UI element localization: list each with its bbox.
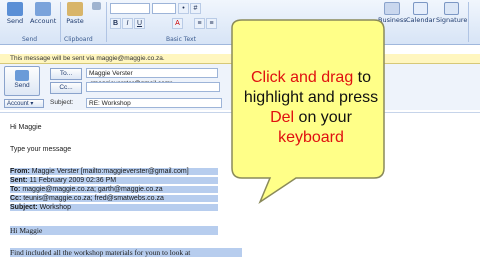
separator bbox=[106, 2, 107, 42]
font-color-button[interactable]: A bbox=[172, 18, 183, 29]
align-left-button[interactable]: ≡ bbox=[194, 18, 205, 29]
body-greeting: Hi Maggie bbox=[10, 124, 42, 131]
group-basic-text-label: Basic Text bbox=[166, 36, 196, 43]
signature-icon bbox=[443, 2, 459, 15]
account-button[interactable]: Account ▾ bbox=[4, 99, 44, 108]
callout-text: Click and drag to highlight and press De… bbox=[243, 69, 379, 146]
account-ribbon-button[interactable]: Account bbox=[30, 2, 56, 30]
business-card-icon bbox=[384, 2, 400, 15]
font-name-select[interactable] bbox=[110, 3, 150, 14]
scissors-icon bbox=[91, 2, 101, 10]
cc-field[interactable] bbox=[86, 82, 220, 92]
separator bbox=[60, 2, 61, 42]
account-icon bbox=[35, 2, 51, 16]
underline-button[interactable]: U bbox=[134, 18, 145, 29]
to-field[interactable]: Maggie Verster <maggieverster@gmail.com> bbox=[86, 68, 218, 87]
quoted-sent-line[interactable]: Sent: 11 February 2009 02:36 PM bbox=[10, 177, 218, 184]
calendar-button[interactable]: Calendar bbox=[406, 2, 435, 30]
quoted-greeting[interactable]: Hi Maggie bbox=[10, 226, 218, 235]
quoted-cc-line[interactable]: Cc: teunis@maggie.co.za; fred@smatwebs.c… bbox=[10, 195, 218, 202]
group-send-label: Send bbox=[22, 36, 38, 43]
calendar-icon bbox=[412, 2, 428, 15]
subject-field[interactable]: RE: Workshop bbox=[86, 98, 222, 108]
bullets-button[interactable]: • bbox=[178, 3, 189, 14]
paste-button[interactable]: Paste bbox=[64, 2, 86, 30]
quoted-subject-line[interactable]: Subject: Workshop bbox=[10, 204, 218, 211]
separator bbox=[468, 2, 469, 42]
cc-button[interactable]: Cc... bbox=[50, 82, 82, 94]
cut-button[interactable] bbox=[90, 2, 102, 30]
group-clipboard-label: Clipboard bbox=[64, 36, 93, 43]
body-placeholder: Type your message bbox=[10, 146, 72, 153]
quoted-to-line[interactable]: To: maggie@maggie.co.za; garth@maggie.co… bbox=[10, 186, 218, 193]
paste-icon bbox=[67, 2, 83, 16]
send-icon bbox=[7, 2, 23, 16]
quoted-from-line[interactable]: From: Maggie Verster [mailto:maggieverst… bbox=[10, 168, 218, 175]
to-button[interactable]: To... bbox=[50, 68, 82, 80]
font-size-select[interactable] bbox=[152, 3, 176, 14]
numbering-button[interactable]: # bbox=[190, 3, 201, 14]
send-button[interactable]: Send bbox=[4, 66, 40, 96]
signature-button[interactable]: Signature bbox=[436, 2, 467, 30]
bold-button[interactable]: B bbox=[110, 18, 121, 29]
subject-label: Subject: bbox=[50, 99, 74, 106]
send-ribbon-button[interactable]: Send bbox=[4, 2, 26, 30]
quoted-body-line[interactable]: Find included all the workshop materials… bbox=[10, 248, 242, 257]
italic-button[interactable]: I bbox=[122, 18, 133, 29]
envelope-icon bbox=[15, 70, 29, 81]
align-center-button[interactable]: ≡ bbox=[206, 18, 217, 29]
